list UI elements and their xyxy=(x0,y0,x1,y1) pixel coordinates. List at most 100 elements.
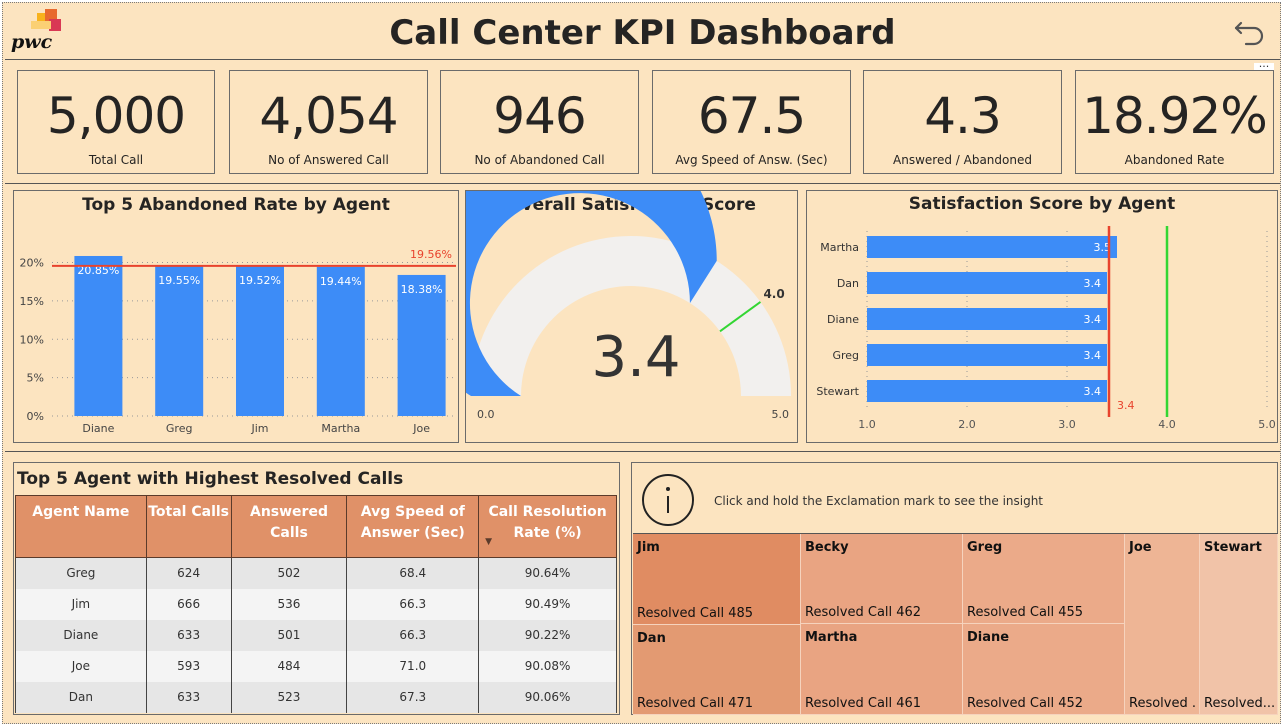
table-row[interactable]: Joe 593 484 71.0 90.08% xyxy=(15,650,617,682)
bar-value-label: 19.55% xyxy=(158,274,200,287)
bar xyxy=(867,308,1107,330)
treemap-tile[interactable]: Becky Resolved Call 462 xyxy=(801,534,963,624)
bar-value-label: 19.44% xyxy=(320,275,362,288)
bar-value-label: 19.52% xyxy=(239,274,281,287)
col-header-agent-name[interactable]: Agent Name xyxy=(15,495,147,558)
table-row[interactable]: Dan 633 523 67.3 90.06% xyxy=(15,681,617,713)
table-row[interactable]: Greg 624 502 68.4 90.64% xyxy=(15,557,617,589)
resolved-calls-table-panel[interactable]: Top 5 Agent with Highest Resolved Calls … xyxy=(13,462,620,715)
treemap-tile-name: Stewart xyxy=(1204,540,1262,555)
treemap-tile[interactable]: Dan Resolved Call 471 xyxy=(633,625,801,715)
treemap-tile[interactable]: Stewart Resolved... xyxy=(1200,534,1278,715)
col-header-avg-speed[interactable]: Avg Speed of Answer (Sec) xyxy=(346,495,480,558)
satisfaction-by-agent-panel[interactable]: Satisfaction Score by Agent 1.0 2.0 3.0 4.0… xyxy=(806,190,1278,443)
y-tick-label: 0% xyxy=(27,410,44,423)
col-header-label: Call Resolution Rate (%) xyxy=(488,504,607,541)
treemap-tile-value: Resolved Call 452 xyxy=(967,696,1084,711)
treemap-panel[interactable]: Click and hold the Exclamation mark to s… xyxy=(631,462,1278,715)
insight-text: Click and hold the Exclamation mark to s… xyxy=(714,494,1044,508)
treemap-tile-name: Greg xyxy=(967,540,1003,555)
kpi-card-abandoned-call[interactable]: 946 No of Abandoned Call xyxy=(440,70,639,174)
kpi-value: 5,000 xyxy=(46,87,186,145)
kpi-value: 18.92% xyxy=(1082,87,1268,145)
bar xyxy=(867,236,1117,258)
bar-value-label: 3.4 xyxy=(1084,277,1102,290)
back-arrow-icon[interactable] xyxy=(1232,13,1268,49)
table-cell: 66.3 xyxy=(346,588,480,620)
kpi-value: 4.3 xyxy=(924,87,1002,145)
kpi-card-answered-call[interactable]: 4,054 No of Answered Call xyxy=(229,70,428,174)
resolved-calls-table[interactable]: Agent Name Total Calls Answered Calls Av… xyxy=(15,495,617,713)
y-tick-label: 10% xyxy=(20,333,44,346)
abandoned-rate-chart-panel[interactable]: Top 5 Abandoned Rate by Agent 0% 5% 10% 15%… xyxy=(13,190,459,443)
table-cell: Jim xyxy=(15,588,147,620)
satisfaction-gauge: 4.0 3.4 0.0 5.0 xyxy=(466,191,791,421)
kpi-card-abandoned-rate[interactable]: 18.92% Abandoned Rate xyxy=(1075,70,1274,174)
y-tick-label: Diane xyxy=(827,313,859,326)
col-header-answered-calls[interactable]: Answered Calls xyxy=(230,495,348,558)
kpi-label: Abandoned Rate xyxy=(1124,153,1225,167)
table-row[interactable]: Diane 633 501 66.3 90.22% xyxy=(15,619,617,651)
table-cell: 501 xyxy=(230,619,348,651)
table-cell: 536 xyxy=(230,588,348,620)
treemap-tile-value: Resolved Call 461 xyxy=(805,696,922,711)
satisfaction-by-agent-chart: 1.0 2.0 3.0 4.0 5.03.5Martha3.4Dan3.4Diane3.… xyxy=(816,226,1276,431)
table-row[interactable]: Jim 666 536 66.3 90.49% xyxy=(15,588,617,620)
table-cell: 68.4 xyxy=(346,557,480,589)
treemap-tile-value: Resolved Call 462 xyxy=(805,605,922,620)
col-header-resolution-rate[interactable]: Call Resolution Rate (%) ▼ xyxy=(478,495,617,558)
kpi-card-total-call[interactable]: 5,000 Total Call xyxy=(17,70,215,174)
table-cell: 502 xyxy=(230,557,348,589)
resolved-calls-treemap[interactable]: Jim Resolved Call 485 Dan Resolved Call 471… xyxy=(633,533,1278,715)
info-icon[interactable] xyxy=(641,473,695,527)
y-tick-label: 5% xyxy=(27,372,44,385)
x-tick-label: 4.0 xyxy=(1158,418,1176,431)
table-cell: 90.08% xyxy=(478,650,617,682)
table-cell: 593 xyxy=(145,650,232,682)
kpi-card-avg-speed[interactable]: 67.5 Avg Speed of Answ. (Sec) xyxy=(652,70,851,174)
treemap-tile[interactable]: Jim Resolved Call 485 xyxy=(633,534,801,625)
treemap-tile[interactable]: Joe Resolved ... xyxy=(1125,534,1200,715)
x-tick-label: 5.0 xyxy=(1258,418,1276,431)
treemap-tile-name: Diane xyxy=(967,630,1010,645)
col-header-total-calls[interactable]: Total Calls xyxy=(145,495,232,558)
treemap-tile-name: Martha xyxy=(805,630,858,645)
kpi-label: No of Answered Call xyxy=(268,153,389,167)
kpi-label: Avg Speed of Answ. (Sec) xyxy=(675,153,828,167)
table-cell: 666 xyxy=(145,588,232,620)
table-cell: 633 xyxy=(145,619,232,651)
treemap-tile[interactable]: Martha Resolved Call 461 xyxy=(801,624,963,715)
bar xyxy=(236,266,284,416)
x-tick-label: Greg xyxy=(166,422,193,435)
treemap-tile-name: Becky xyxy=(805,540,849,555)
bar xyxy=(397,274,446,416)
section-divider xyxy=(5,451,1280,452)
sort-desc-icon[interactable]: ▼ xyxy=(485,532,492,553)
table-cell: Diane xyxy=(15,619,147,651)
x-tick-label: Jim xyxy=(250,422,268,435)
treemap-tile-name: Jim xyxy=(637,540,660,555)
treemap-tile-value: Resolved Call 455 xyxy=(967,605,1084,620)
y-tick-label: 15% xyxy=(20,295,44,308)
insight-bar: Click and hold the Exclamation mark to s… xyxy=(633,464,1276,532)
gauge-max-label: 5.0 xyxy=(772,408,790,421)
satisfaction-gauge-panel[interactable]: Overall Satisfaction Score 4.03.40.05.0 xyxy=(465,190,798,443)
bar xyxy=(155,265,204,416)
table-cell: 523 xyxy=(230,681,348,713)
reference-line-label: 19.56% xyxy=(410,248,452,261)
header: pwc Call Center KPI Dashboard xyxy=(3,3,1282,61)
table-title: Top 5 Agent with Highest Resolved Calls xyxy=(17,469,404,489)
bar xyxy=(867,272,1107,294)
kpi-label: Answered / Abandoned xyxy=(893,153,1032,167)
table-cell: 67.3 xyxy=(346,681,480,713)
treemap-tile-name: Dan xyxy=(637,631,666,646)
kpi-card-answered-abandoned-ratio[interactable]: 4.3 Answered / Abandoned xyxy=(863,70,1062,174)
table-cell: 90.06% xyxy=(478,681,617,713)
treemap-tile-name: Joe xyxy=(1129,540,1152,555)
kpi-value: 946 xyxy=(493,87,586,145)
y-tick-label: Stewart xyxy=(816,385,859,398)
y-tick-label: Dan xyxy=(837,277,859,290)
treemap-tile[interactable]: Greg Resolved Call 455 xyxy=(963,534,1125,624)
treemap-tile[interactable]: Diane Resolved Call 452 xyxy=(963,624,1125,715)
table-cell: 71.0 xyxy=(346,650,480,682)
